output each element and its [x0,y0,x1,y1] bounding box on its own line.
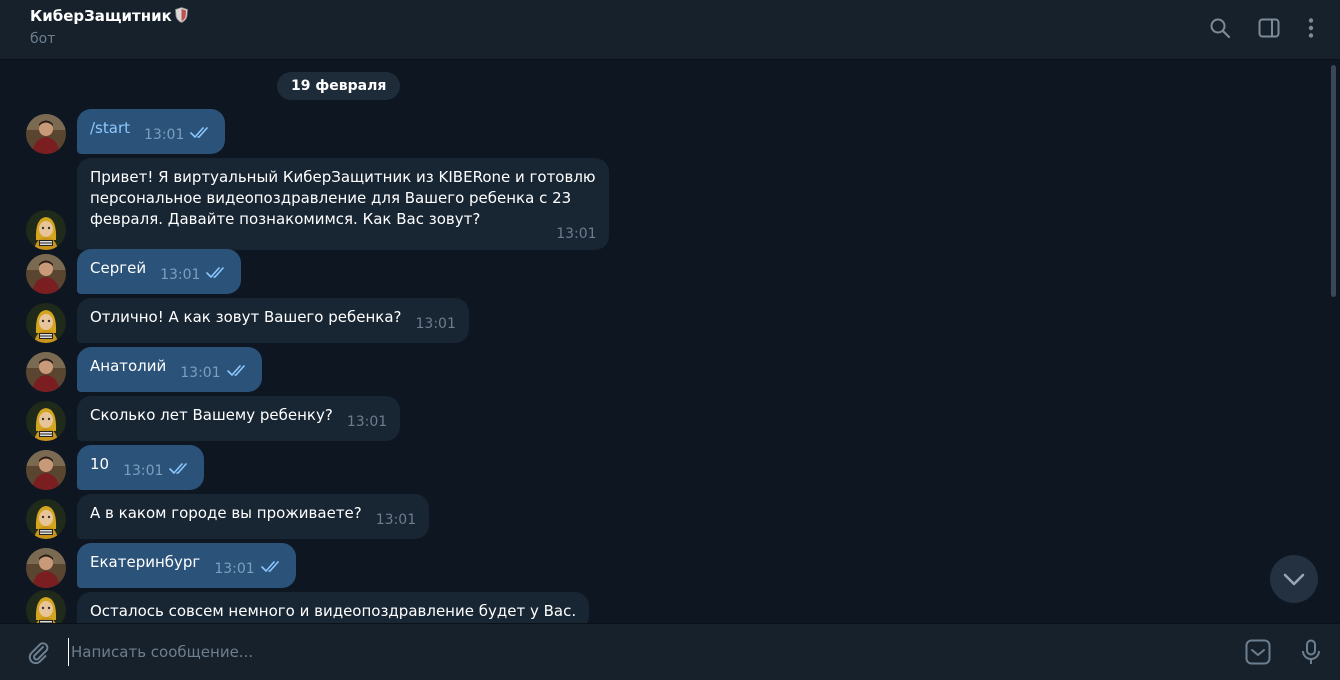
emoji-sticker-icon[interactable] [1244,638,1272,666]
scrollbar[interactable] [1331,65,1336,297]
bot-avatar[interactable] [26,499,66,539]
message-time: 13:01 [123,463,164,479]
message-list[interactable]: 19 февраля /start 13:01 Привет! Я виртуаль… [10,61,1338,623]
outgoing-message[interactable]: 10 13:01 [77,445,205,490]
read-checkmarks-icon [169,460,191,481]
chat-title-text: КиберЗащитник [30,7,172,25]
message-input[interactable] [68,638,1218,666]
outgoing-message[interactable]: Сергей 13:01 [77,249,242,294]
read-checkmarks-icon [206,264,228,285]
user-avatar[interactable] [26,254,66,294]
message-time: 13:01 [144,127,185,143]
message-text: 10 [90,455,110,473]
composer [0,623,1340,680]
message-text: Сергей [90,259,147,277]
message-text: Осталось совсем немного и видеопоздравле… [90,602,577,620]
message-text: Отлично! А как зовут Вашего ребенка? [90,308,402,326]
message-time: 13:01 [214,561,255,577]
message-time: 13:01 [160,267,201,283]
incoming-message[interactable]: Сколько лет Вашему ребенку? 13:01 [77,396,401,441]
incoming-message[interactable]: А в каком городе вы проживаете? 13:01 [77,494,430,539]
sidebar-toggle-icon[interactable] [1257,16,1281,40]
message-text: Привет! Я виртуальный КиберЗащитник из K… [90,168,596,228]
bot-avatar[interactable] [26,590,66,623]
user-avatar[interactable] [26,548,66,588]
message-time: 13:01 [415,316,456,332]
read-checkmarks-icon [190,124,212,145]
message-text: А в каком городе вы проживаете? [90,504,362,522]
message-text: Анатолий [90,357,167,375]
chevron-down-icon [1283,573,1305,586]
message-time: 13:01 [180,365,221,381]
message-text[interactable]: /start [90,119,130,137]
incoming-message[interactable]: Осталось совсем немного и видеопоздравле… [77,592,590,623]
read-checkmarks-icon [260,558,283,579]
bot-avatar[interactable] [26,401,66,441]
user-avatar[interactable] [26,114,66,154]
read-checkmarks-icon [226,362,249,383]
chat-header: КиберЗащитник бот [0,0,1340,60]
bot-avatar[interactable] [26,303,66,343]
user-avatar[interactable] [26,450,66,490]
message-time: 13:01 [375,512,417,528]
message-text: Сколько лет Вашему ребенку? [90,406,333,424]
outgoing-message[interactable]: Анатолий 13:01 [77,347,262,392]
message-time: 13:01 [556,226,597,242]
incoming-message[interactable]: Отлично! А как зовут Вашего ребенка? 13:0… [77,298,469,343]
bot-avatar[interactable] [26,210,66,250]
shield-icon [174,7,188,27]
search-icon[interactable] [1208,16,1232,40]
message-time: 13:01 [346,414,388,430]
attach-icon[interactable] [24,638,52,666]
scroll-down-button[interactable] [1270,555,1318,603]
chat-subtitle: бот [30,31,56,47]
message-text: Екатеринбург [90,553,201,571]
date-separator: 19 февраля [277,72,401,100]
chat-title[interactable]: КиберЗащитник [30,7,188,27]
microphone-icon[interactable] [1297,638,1325,666]
incoming-message[interactable]: Привет! Я виртуальный КиберЗащитник из K… [77,158,609,250]
outgoing-message[interactable]: /start 13:01 [77,109,226,154]
user-avatar[interactable] [26,352,66,392]
outgoing-message[interactable]: Екатеринбург 13:01 [77,543,296,588]
more-vertical-icon[interactable] [1299,16,1323,40]
